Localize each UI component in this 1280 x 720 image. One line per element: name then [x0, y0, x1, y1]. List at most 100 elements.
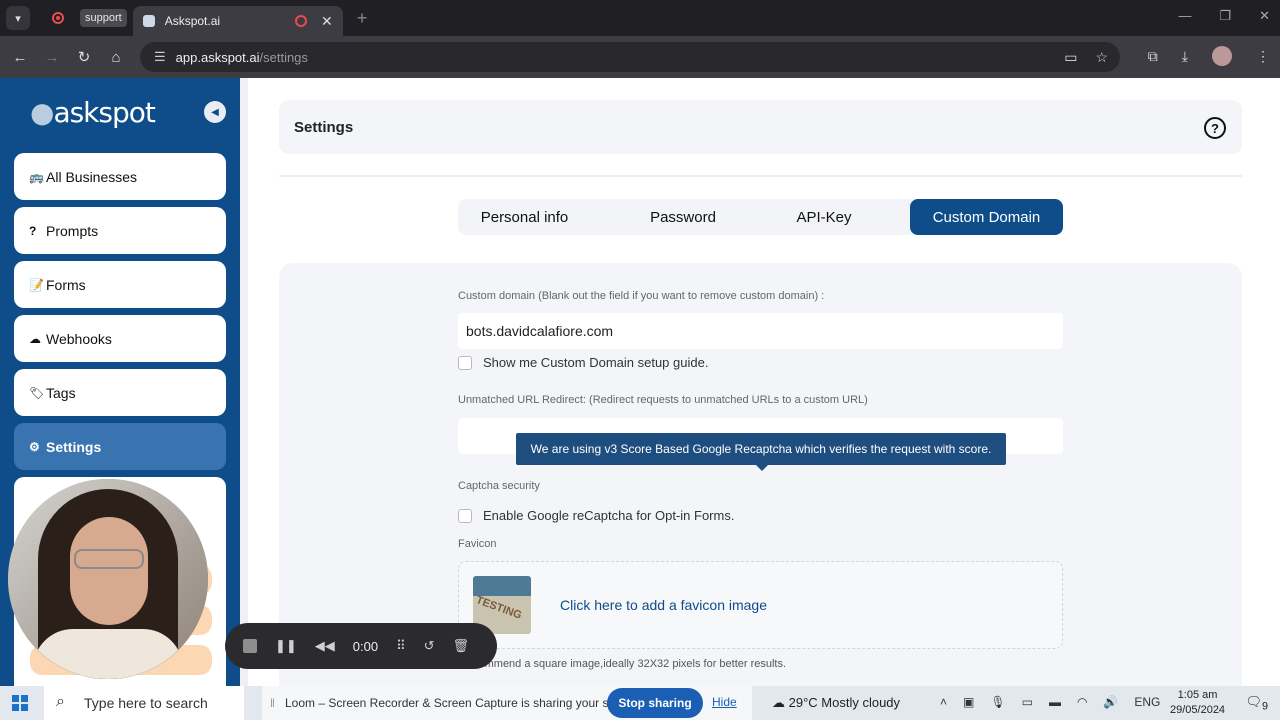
cloud-sun-icon: ☁ [772, 695, 789, 710]
loom-share-bar: ‖ Loom – Screen Recorder & Screen Captur… [262, 686, 752, 720]
chevron-up-icon[interactable]: ˄ [940, 695, 947, 709]
settings-tabs: Personal info Password API-Key Custom Do… [458, 199, 1063, 235]
sidebar-item-label: Tags [46, 384, 76, 401]
sidebar-item-label: All Businesses [46, 168, 138, 185]
thumbnail-text: TESTING [474, 594, 524, 622]
reload-icon[interactable]: ↻ [68, 48, 100, 66]
redirect-label: Unmatched URL Redirect: (Redirect reques… [458, 394, 868, 406]
close-window-icon[interactable]: ✕ [1259, 8, 1270, 24]
tab-title: Askspot.ai [164, 14, 221, 28]
delete-icon[interactable]: 🗑 [453, 638, 470, 654]
weather-widget[interactable]: ☁ 29°C Mostly cloudy [772, 695, 900, 711]
back-icon[interactable]: ← [4, 49, 36, 66]
sidebar-item-label: Prompts [46, 222, 99, 239]
search-icon: ⌕ [56, 693, 65, 710]
captcha-section-label: Captcha security [458, 480, 540, 492]
tab-password[interactable]: Password [608, 199, 758, 235]
language-indicator[interactable]: ENG [1134, 695, 1160, 709]
volume-icon[interactable]: 🔊 [1103, 695, 1118, 709]
forward-icon[interactable]: → [36, 49, 68, 66]
taskbar: ⌕ Type here to search ‖ Loom – Screen Re… [0, 686, 1280, 720]
recaptcha-checkbox-row[interactable]: Enable Google reCaptcha for Opt-in Forms… [458, 508, 734, 523]
sidebar-item-all-businesses[interactable]: 🚌 All Businesses [14, 153, 226, 200]
taskbar-search[interactable]: ⌕ Type here to search [44, 686, 244, 720]
download-icon[interactable]: ⤓ [1182, 48, 1188, 65]
recaptcha-tooltip: We are using v3 Score Based Google Recap… [516, 433, 1006, 471]
cloud-icon: ☁ [29, 331, 41, 346]
favicon-upload-text[interactable]: Click here to add a favicon image [560, 597, 767, 613]
extensions-icon[interactable]: ⧉ [1148, 48, 1158, 65]
recaptcha-checkbox[interactable] [458, 508, 472, 523]
favicon-hint: commend a square image,ideally 32X32 pix… [473, 658, 787, 670]
recording-icon[interactable] [52, 12, 64, 24]
sidebar-item-tags[interactable]: 🏷 Tags [14, 369, 226, 416]
tab-custom-domain[interactable]: Custom Domain [910, 199, 1063, 235]
notification-icon[interactable]: 🗨9 [1245, 694, 1268, 713]
share-text: Loom – Screen Recorder & Screen Capture … [284, 696, 642, 710]
hide-share-bar-link[interactable]: Hide [712, 695, 737, 709]
tab-search-icon[interactable]: ▾ [6, 6, 30, 30]
windows-start-icon[interactable] [12, 695, 28, 711]
page-title: Settings [294, 119, 354, 136]
system-tray: ˄ ▣ 🎙 ▭ ▬ ◠ 🔊 ENG [940, 695, 1160, 709]
notification-count: 9 [1261, 700, 1268, 713]
site-info-icon[interactable]: ☰ [154, 49, 166, 65]
minimize-icon[interactable]: — [1178, 8, 1191, 24]
logo-text: askspot [53, 96, 155, 129]
tab-api-key[interactable]: API-Key [768, 199, 880, 235]
recording-time: 0:00 [352, 638, 379, 654]
favicon-upload-zone[interactable]: TESTING Click here to add a favicon imag… [458, 561, 1063, 649]
collapse-sidebar-icon[interactable]: ◀ [204, 101, 226, 123]
sidebar-item-webhooks[interactable]: ☁ Webhooks [14, 315, 226, 362]
battery-icon[interactable]: ▬ [1049, 695, 1061, 709]
display-icon[interactable]: ▭ [1022, 695, 1033, 709]
custom-domain-label: Custom domain (Blank out the field if yo… [458, 290, 825, 302]
sidebar-item-prompts[interactable]: ? Prompts [14, 207, 226, 254]
bookmark-star-icon[interactable]: ☆ [1095, 49, 1108, 66]
sidebar-item-forms[interactable]: 📝 Forms [14, 261, 226, 308]
restart-icon[interactable]: ↺ [424, 638, 435, 654]
clock-date: 29/05/2024 [1170, 704, 1226, 716]
settings-header: Settings ? [279, 100, 1242, 154]
sidebar-item-label: Webhooks [46, 330, 112, 347]
gear-icon: ⚙ [29, 439, 40, 454]
window-controls: — ❐ ✕ [1178, 8, 1270, 24]
custom-domain-input[interactable]: bots.davidcalafiore.com [458, 313, 1063, 349]
main-content: Settings ? Personal info Password API-Ke… [248, 78, 1280, 703]
setup-guide-checkbox-row[interactable]: Show me Custom Domain setup guide. [458, 355, 708, 370]
camera-icon[interactable]: ▭ [1064, 49, 1077, 66]
restore-icon[interactable]: ❐ [1219, 8, 1231, 24]
url-field[interactable]: ☰ app.askspot.ai/settings ▭ ☆ [140, 42, 1120, 72]
weather-text: 29°C Mostly cloudy [788, 695, 901, 710]
microphone-icon[interactable]: 🎙 [990, 695, 1005, 709]
profile-avatar[interactable] [1212, 46, 1232, 66]
help-icon[interactable]: ? [1204, 117, 1226, 139]
sidebar-item-label: Settings [46, 438, 102, 455]
webcam-bubble[interactable] [8, 479, 208, 679]
setup-guide-checkbox[interactable] [458, 355, 472, 370]
home-icon[interactable]: ⌂ [100, 49, 132, 66]
search-placeholder: Type here to search [84, 695, 208, 711]
stop-recording-icon[interactable] [243, 639, 257, 653]
share-drag-icon[interactable]: ‖ [270, 696, 275, 710]
divider [279, 175, 1242, 177]
new-tab-icon[interactable]: + [357, 8, 368, 29]
meet-icon[interactable]: ▣ [963, 695, 974, 709]
stop-sharing-button[interactable]: Stop sharing [607, 688, 703, 718]
tab-group-support[interactable]: support [80, 9, 127, 27]
wifi-icon[interactable]: ◠ [1077, 695, 1087, 709]
askspot-logo[interactable]: ●askspot [30, 96, 156, 129]
tab-askspot[interactable]: Askspot.ai ✕ [132, 6, 343, 36]
pause-icon[interactable]: ❚❚ [275, 638, 297, 654]
browser-menu-icon[interactable]: ⋮ [1256, 48, 1270, 65]
clock[interactable]: 1:05 am 29/05/2024 [1170, 688, 1225, 718]
recaptcha-label: Enable Google reCaptcha for Opt-in Forms… [483, 508, 735, 523]
sidebar-scrollbar[interactable] [240, 78, 248, 686]
rewind-icon[interactable]: ◀◀ [315, 638, 335, 654]
question-icon: ? [29, 223, 37, 238]
tab-personal-info[interactable]: Personal info [458, 199, 591, 235]
drag-handle-icon[interactable]: ⠿ [396, 638, 406, 654]
sidebar-item-settings[interactable]: ⚙ Settings [14, 423, 226, 470]
close-tab-icon[interactable]: ✕ [321, 13, 333, 30]
loom-controls: ❚❚ ◀◀ 0:00 ⠿ ↺ 🗑 [225, 623, 497, 669]
